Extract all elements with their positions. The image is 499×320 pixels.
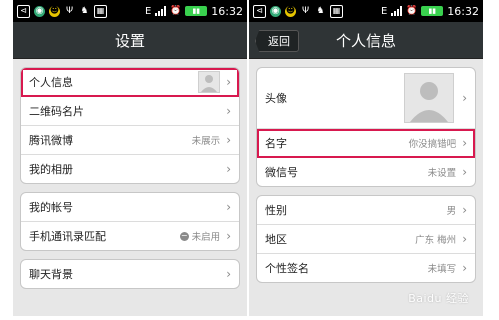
chevron-right-icon: › (226, 75, 231, 89)
usb-icon: ⊲ (17, 4, 30, 18)
settings-item-contacts-match[interactable]: 手机通讯录匹配 − 未启用 › (21, 222, 239, 250)
profile-item-label: 性别 (265, 204, 287, 217)
usb-icon: Ψ (65, 5, 74, 16)
alarm-icon: ⏰ (406, 5, 418, 16)
usb-icon: Ψ (301, 5, 310, 16)
clock: 16:32 (447, 4, 479, 18)
profile-item-label: 个性签名 (265, 262, 309, 275)
chevron-right-icon: › (226, 229, 231, 243)
signal-icon (391, 6, 403, 16)
profile-group-1: 头像 › 名字 你没搞错吧 › 微信号 未设置 › (256, 67, 476, 187)
settings-item-personal-info[interactable]: 个人信息 › (21, 68, 239, 97)
settings-item-account[interactable]: 我的帐号 › (21, 193, 239, 222)
disabled-icon: − (179, 231, 189, 241)
settings-item-label: 二维码名片 (29, 105, 84, 118)
chevron-right-icon: › (226, 162, 231, 176)
settings-screen: ⊲ ◉ ☻ Ψ ♞ ▦ E ⏰ ▮▮ 16:32 设置 个人信息 › 二维码名片… (13, 0, 247, 316)
chevron-right-icon: › (226, 133, 231, 147)
cat-icon: ☻ (285, 5, 296, 17)
profile-item-wechat-id[interactable]: 微信号 未设置 › (257, 158, 475, 186)
chevron-right-icon: › (462, 203, 467, 217)
chevron-right-icon: › (226, 104, 231, 118)
settings-item-label: 手机通讯录匹配 (29, 230, 106, 243)
settings-item-tencent-weibo[interactable]: 腾讯微博 未展示 › (21, 126, 239, 155)
settings-group-1: 个人信息 › 二维码名片 › 腾讯微博 未展示 › 我的相册 › (20, 67, 240, 184)
cat-icon: ☻ (49, 5, 60, 17)
settings-group-2: 我的帐号 › 手机通讯录匹配 − 未启用 › (20, 192, 240, 251)
profile-item-label: 地区 (265, 233, 287, 246)
qq-icon: ◉ (270, 5, 281, 17)
android-icon: ♞ (316, 5, 325, 16)
settings-item-label: 聊天背景 (29, 268, 73, 281)
settings-item-qr-card[interactable]: 二维码名片 › (21, 97, 239, 126)
profile-item-region[interactable]: 地区 广东 梅州 › (257, 225, 475, 254)
status-bar: ⊲ ◉ ☻ Ψ ♞ ▦ E ⏰ ▮▮ 16:32 (249, 0, 483, 22)
chevron-right-icon: › (462, 136, 467, 150)
profile-item-avatar[interactable]: 头像 › (257, 68, 475, 129)
battery-icon: ▮▮ (185, 6, 208, 16)
avatar (404, 73, 455, 123)
profile-item-value: 男 (446, 206, 457, 217)
profile-item-name[interactable]: 名字 你没搞错吧 › (257, 129, 475, 158)
profile-item-label: 微信号 (265, 166, 298, 179)
settings-item-label: 个人信息 (29, 76, 73, 89)
settings-item-label: 我的帐号 (29, 201, 73, 214)
page-title: 设置 (114, 31, 145, 50)
alarm-icon: ⏰ (170, 5, 182, 16)
settings-group-3: 聊天背景 › (20, 259, 240, 289)
personal-info-screen: ⊲ ◉ ☻ Ψ ♞ ▦ E ⏰ ▮▮ 16:32 返回 个人信息 头像 › 名字 (249, 0, 483, 316)
profile-item-label: 名字 (265, 137, 287, 150)
profile-item-value: 广东 梅州 (415, 235, 457, 246)
title-bar: 返回 个人信息 (249, 22, 483, 59)
profile-item-value: 你没搞错吧 (408, 139, 457, 150)
settings-item-label: 腾讯微博 (29, 134, 73, 147)
profile-item-label: 头像 (265, 92, 287, 105)
usb-icon: ⊲ (253, 4, 266, 18)
app-icon: ▦ (330, 4, 343, 18)
back-button[interactable]: 返回 (255, 30, 299, 52)
profile-group-2: 性别 男 › 地区 广东 梅州 › 个性签名 未填写 › (256, 195, 476, 283)
settings-item-chat-background[interactable]: 聊天背景 › (21, 260, 239, 288)
avatar (198, 71, 221, 93)
page-title: 个人信息 (335, 31, 396, 50)
profile-item-value: 未设置 (427, 168, 457, 179)
app-icon: ▦ (94, 4, 107, 18)
title-bar: 设置 (13, 22, 247, 59)
chevron-right-icon: › (226, 200, 231, 214)
qq-icon: ◉ (34, 5, 45, 17)
profile-item-value: 未填写 (427, 264, 457, 275)
chevron-right-icon: › (226, 267, 231, 281)
baidu-watermark-logo: Baidu 经验 (408, 292, 469, 305)
settings-item-value: 未启用 (191, 232, 221, 243)
profile-item-gender[interactable]: 性别 男 › (257, 196, 475, 225)
network-type: E (380, 5, 388, 17)
profile-item-signature[interactable]: 个性签名 未填写 › (257, 254, 475, 282)
chevron-right-icon: › (462, 232, 467, 246)
battery-icon: ▮▮ (421, 6, 444, 16)
settings-item-album[interactable]: 我的相册 › (21, 155, 239, 183)
clock: 16:32 (211, 4, 243, 18)
chevron-right-icon: › (462, 91, 467, 105)
signal-icon (155, 6, 167, 16)
chevron-right-icon: › (462, 165, 467, 179)
android-icon: ♞ (80, 5, 89, 16)
settings-item-label: 我的相册 (29, 163, 73, 176)
settings-item-value: 未展示 (191, 136, 221, 147)
status-bar: ⊲ ◉ ☻ Ψ ♞ ▦ E ⏰ ▮▮ 16:32 (13, 0, 247, 22)
chevron-right-icon: › (462, 261, 467, 275)
network-type: E (144, 5, 152, 17)
